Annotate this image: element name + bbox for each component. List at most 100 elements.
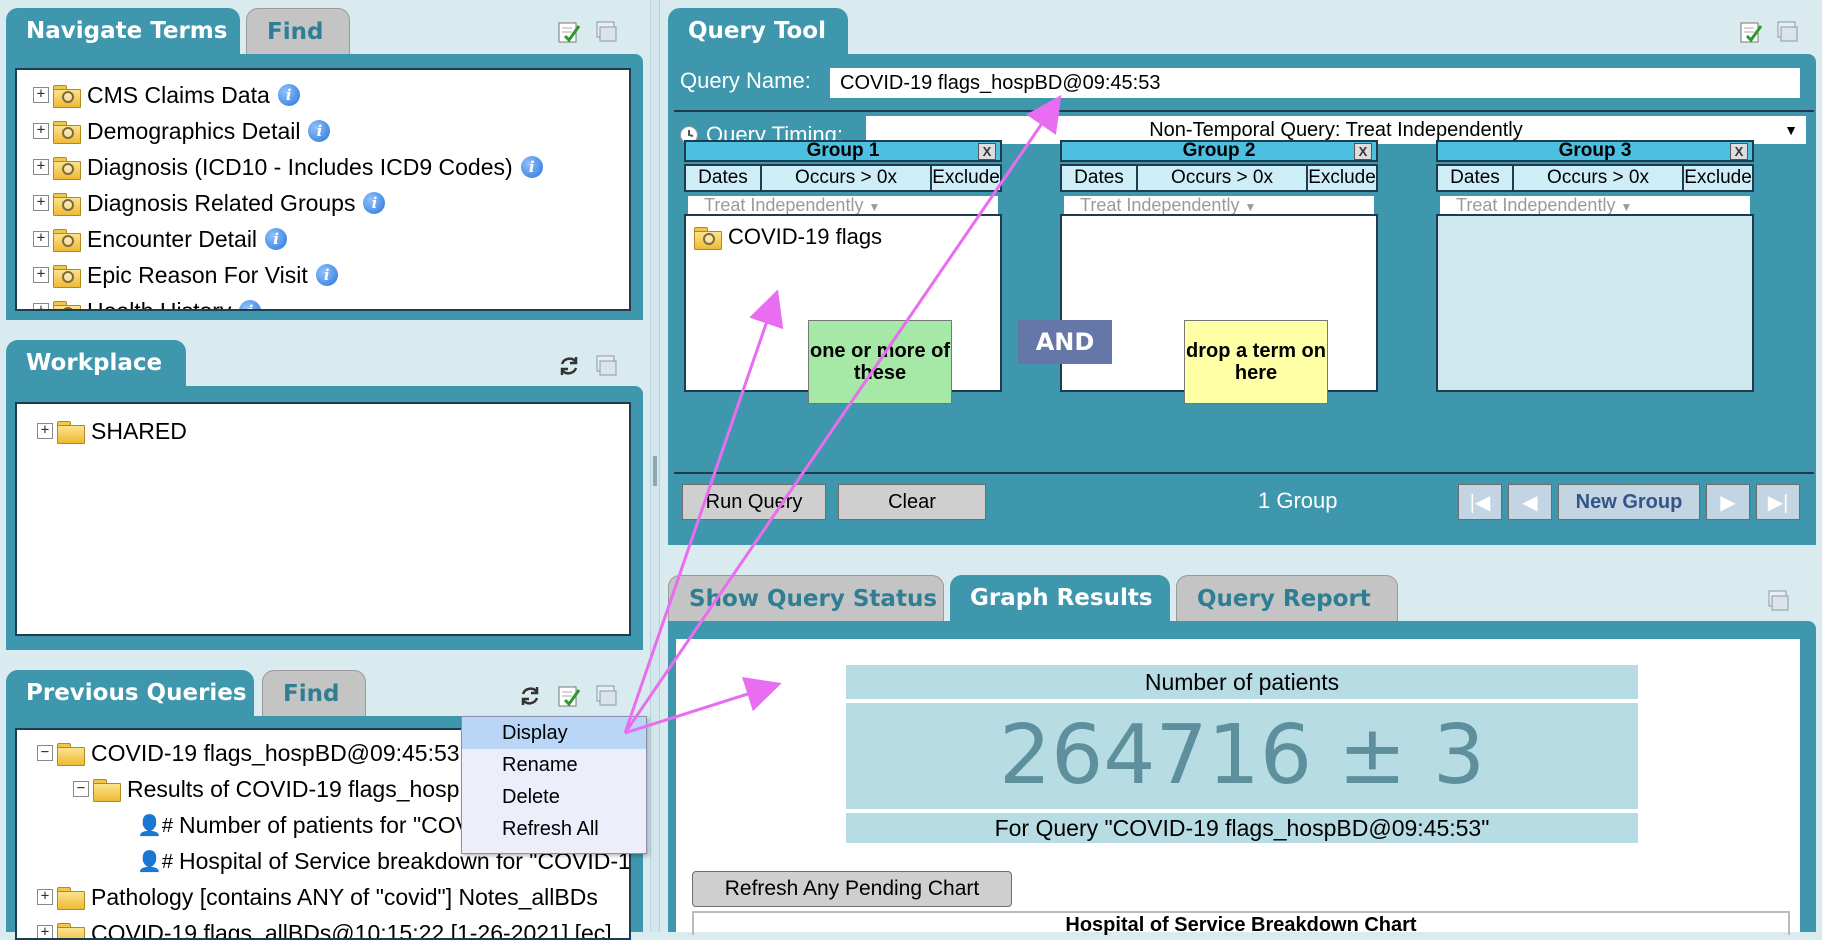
group-mode-select[interactable]: Treat Independently ▼ — [1440, 196, 1750, 214]
tab-navigate-terms[interactable]: Navigate Terms — [6, 8, 240, 54]
query-name-input[interactable]: COVID-19 flags_hospBD@09:45:53 — [830, 68, 1800, 98]
refresh-icon[interactable] — [557, 354, 581, 378]
tree-item-diagnosis[interactable]: + Diagnosis (ICD10 - Includes ICD9 Codes… — [33, 152, 543, 182]
tab-find-queries[interactable]: Find — [262, 670, 366, 716]
folder-search-icon — [53, 83, 81, 107]
chart-frame: Hospital of Service Breakdown Chart — [692, 911, 1790, 935]
menu-item-display[interactable]: Display — [462, 717, 646, 749]
expand-icon[interactable]: + — [33, 267, 49, 283]
collapse-icon[interactable]: − — [73, 781, 89, 797]
expand-icon[interactable]: + — [33, 195, 49, 211]
tree-item-cms-claims[interactable]: + CMS Claims Data i — [33, 80, 300, 110]
group-close-icon[interactable]: X — [1354, 143, 1372, 160]
tree-item-epic-rfv[interactable]: + Epic Reason For Visit i — [33, 260, 338, 290]
group-1-header: Group 1 X — [684, 140, 1002, 162]
panel-splitter[interactable] — [650, 0, 660, 932]
dropdown-arrow-icon: ▼ — [1620, 200, 1632, 214]
expand-icon[interactable]: + — [33, 231, 49, 247]
query-icon — [57, 921, 85, 940]
tree-item-label: COVID-19 flags_hospBD@09:45:53 — [91, 740, 460, 767]
maximize-icon[interactable] — [594, 354, 618, 378]
tab-graph-results[interactable]: Graph Results — [950, 575, 1170, 621]
group-2-options: Dates Occurs > 0x Exclude — [1060, 164, 1378, 192]
dates-button[interactable]: Dates — [1062, 166, 1138, 190]
tab-query-report[interactable]: Query Report — [1176, 575, 1398, 621]
tree-item-encounter[interactable]: + Encounter Detail i — [33, 224, 287, 254]
next-group-button[interactable]: ▶ — [1706, 484, 1750, 520]
run-query-button[interactable]: Run Query — [682, 484, 826, 520]
occurs-button[interactable]: Occurs > 0x — [1138, 166, 1308, 190]
info-icon[interactable]: i — [239, 300, 261, 311]
maximize-icon[interactable] — [1766, 589, 1790, 613]
tab-show-query-status[interactable]: Show Query Status — [668, 575, 944, 621]
dropdown-arrow-icon: ▼ — [1784, 116, 1798, 144]
info-icon[interactable]: i — [316, 264, 338, 286]
collapse-icon[interactable]: − — [37, 745, 53, 761]
group-term[interactable]: COVID-19 flags — [694, 224, 882, 250]
expand-icon[interactable]: + — [37, 925, 53, 940]
dates-button[interactable]: Dates — [686, 166, 762, 190]
group-term-label: COVID-19 flags — [728, 224, 882, 250]
folder-icon — [57, 419, 85, 443]
patient-count-icon: 👤# — [137, 849, 173, 874]
prev-group-button[interactable]: ◀ — [1508, 484, 1552, 520]
exclude-button[interactable]: Exclude — [1308, 166, 1376, 190]
checklist-icon[interactable] — [557, 684, 581, 708]
expand-icon[interactable]: + — [37, 889, 53, 905]
menu-item-refresh-all[interactable]: Refresh All — [462, 813, 646, 845]
tab-find-terms[interactable]: Find — [246, 8, 350, 54]
exclude-button[interactable]: Exclude — [932, 166, 1000, 190]
tree-item-covid-allbds[interactable]: + COVID-19 flags_allBDs@10:15:22 [1-26-2… — [37, 918, 612, 940]
expand-icon[interactable]: + — [33, 303, 49, 311]
info-icon[interactable]: i — [521, 156, 543, 178]
occurs-button[interactable]: Occurs > 0x — [762, 166, 932, 190]
refresh-pending-chart-button[interactable]: Refresh Any Pending Chart — [692, 871, 1012, 907]
tree-item-shared[interactable]: + SHARED — [37, 416, 187, 446]
last-group-button[interactable]: ▶| — [1756, 484, 1800, 520]
clear-button[interactable]: Clear — [838, 484, 986, 520]
expand-icon[interactable]: + — [33, 87, 49, 103]
expand-icon[interactable]: + — [33, 159, 49, 175]
tree-item-query[interactable]: − COVID-19 flags_hospBD@09:45:53 — [37, 738, 460, 768]
group-mode-select[interactable]: Treat Independently ▼ — [688, 196, 998, 214]
refresh-icon[interactable] — [518, 684, 542, 708]
occurs-button[interactable]: Occurs > 0x — [1514, 166, 1684, 190]
expand-icon[interactable]: + — [37, 423, 53, 439]
tree-item-label: CMS Claims Data — [87, 82, 270, 109]
navigate-terms-panel: Navigate Terms Find + CMS Claims Data i … — [0, 0, 643, 320]
info-icon[interactable]: i — [308, 120, 330, 142]
tree-item-demographics[interactable]: + Demographics Detail i — [33, 116, 330, 146]
dates-button[interactable]: Dates — [1438, 166, 1514, 190]
info-icon[interactable]: i — [363, 192, 385, 214]
tree-item-label: COVID-19 flags_allBDs@10:15:22 [1-26-202… — [91, 920, 612, 940]
navigate-tree: + CMS Claims Data i + Demographics Detai… — [15, 68, 631, 311]
tab-query-tool[interactable]: Query Tool — [668, 8, 848, 54]
menu-item-rename[interactable]: Rename — [462, 749, 646, 781]
info-icon[interactable]: i — [278, 84, 300, 106]
group-3-dropzone[interactable] — [1436, 214, 1754, 392]
tab-workplace[interactable]: Workplace — [6, 340, 186, 386]
group-close-icon[interactable]: X — [1730, 143, 1748, 160]
group-close-icon[interactable]: X — [978, 143, 996, 160]
tab-previous-queries[interactable]: Previous Queries — [6, 670, 254, 716]
query-tool-panel: Query Tool Query Name: COVID-19 flags_ho… — [668, 0, 1822, 545]
maximize-icon[interactable] — [1775, 20, 1799, 44]
first-group-button[interactable]: |◀ — [1458, 484, 1502, 520]
checklist-icon[interactable] — [1739, 20, 1763, 44]
expand-icon[interactable]: + — [33, 123, 49, 139]
group-title: Group 3 — [1559, 140, 1632, 161]
group-3-header: Group 3 X — [1436, 140, 1754, 162]
info-icon[interactable]: i — [265, 228, 287, 250]
tree-item-health-history[interactable]: + Health History i — [33, 296, 261, 311]
new-group-button[interactable]: New Group — [1558, 484, 1700, 520]
maximize-icon[interactable] — [594, 684, 618, 708]
tree-item-pathology[interactable]: + Pathology [contains ANY of "covid"] No… — [37, 882, 598, 912]
maximize-icon[interactable] — [594, 20, 618, 44]
menu-item-delete[interactable]: Delete — [462, 781, 646, 813]
checklist-icon[interactable] — [557, 20, 581, 44]
and-badge: AND — [1018, 320, 1112, 364]
exclude-button[interactable]: Exclude — [1684, 166, 1752, 190]
group-3-options: Dates Occurs > 0x Exclude — [1436, 164, 1754, 192]
group-mode-select[interactable]: Treat Independently ▼ — [1064, 196, 1374, 214]
tree-item-drg[interactable]: + Diagnosis Related Groups i — [33, 188, 385, 218]
